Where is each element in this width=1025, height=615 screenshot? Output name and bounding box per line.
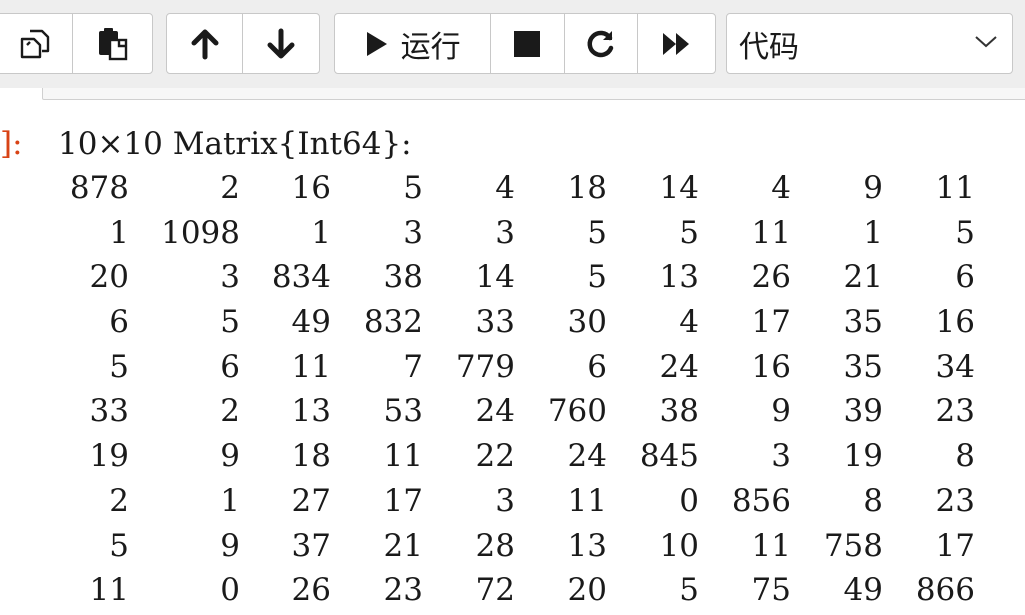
cell-type-select[interactable]: 代码: [726, 13, 1013, 74]
stop-icon: [513, 30, 541, 58]
restart-icon: [585, 28, 617, 60]
matrix-cell: 866: [915, 572, 975, 609]
matrix-cell: 23: [935, 482, 975, 519]
matrix-cell: 1: [109, 214, 129, 251]
matrix-cell: 19: [89, 438, 129, 475]
matrix-cell: 2: [109, 482, 129, 519]
arrow-up-icon: [190, 28, 220, 60]
cell-type-value: 代码: [739, 29, 799, 65]
fast-forward-icon: [661, 31, 693, 57]
move-button-group: [166, 13, 320, 74]
paste-button[interactable]: [73, 14, 152, 73]
matrix-cell: 5: [955, 214, 975, 251]
matrix-cell: 11: [89, 572, 129, 609]
matrix-cell: 34: [935, 348, 975, 385]
stop-button[interactable]: [491, 14, 565, 73]
matrix-cell: 23: [935, 393, 975, 430]
matrix-cell: 5: [109, 348, 129, 385]
matrix-cell: 5: [109, 527, 129, 564]
move-down-button[interactable]: [243, 14, 319, 73]
run-button-label: 运行: [400, 29, 461, 65]
matrix-cell: 16: [935, 304, 975, 341]
move-up-button[interactable]: [167, 14, 243, 73]
arrow-down-icon: [266, 28, 296, 60]
matrix-cell: 17: [935, 527, 975, 564]
clipboard-button-group: [0, 13, 153, 74]
matrix-cell: 33: [89, 393, 129, 430]
notebook-toolbar: 运行 代码: [0, 0, 1025, 88]
matrix-cell: 20: [89, 259, 129, 296]
run-button-group: 运行: [334, 13, 716, 74]
matrix-cell: 11: [935, 170, 975, 206]
paste-icon: [96, 27, 130, 61]
copy-icon: [18, 27, 52, 61]
play-icon: [365, 30, 389, 58]
chevron-down-icon: [974, 34, 998, 53]
matrix-cell: 6: [955, 259, 975, 296]
output-prompt: ]:: [0, 126, 23, 162]
restart-button[interactable]: [565, 14, 639, 73]
copy-button[interactable]: [0, 14, 74, 73]
run-all-button[interactable]: [638, 14, 715, 73]
matrix-cell: 878: [69, 170, 129, 206]
matrix-cell: 6: [109, 304, 129, 341]
run-button[interactable]: 运行: [335, 14, 492, 73]
previous-cell-edge: [42, 88, 1025, 100]
output-header: 10×10 Matrix{Int64}:: [58, 126, 412, 162]
matrix-cell: 8: [955, 438, 975, 475]
